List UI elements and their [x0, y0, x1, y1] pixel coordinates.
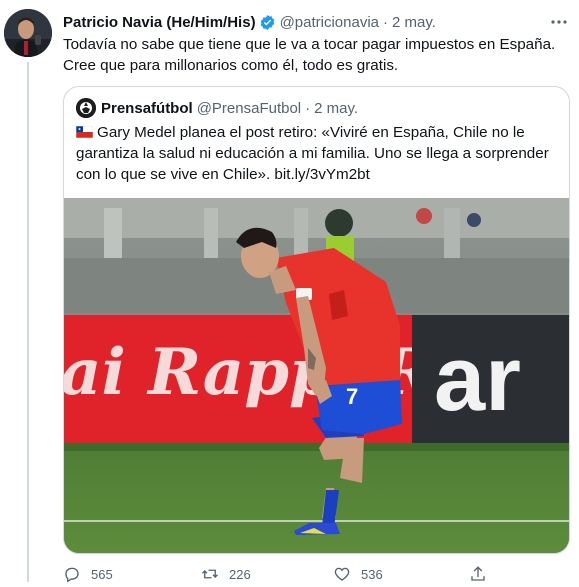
retweet-icon	[202, 569, 218, 579]
banner-board-text: ar	[434, 328, 521, 430]
reply-icon	[65, 567, 79, 583]
quote-author-avatar	[76, 98, 96, 118]
reply-count: 565	[91, 566, 113, 582]
retweet-count: 226	[229, 566, 251, 582]
chile-flag-icon	[75, 123, 94, 139]
share-icon	[471, 566, 485, 581]
tweet-header: Patricio Navia (He/Him/His) @patricionav…	[63, 12, 559, 32]
quote-date[interactable]: 2 may.	[314, 100, 358, 117]
quote-author-handle[interactable]: @PrensaFutbol	[197, 100, 301, 117]
retweet-button[interactable]: 226	[201, 565, 251, 583]
more-icon[interactable]	[549, 12, 569, 32]
author-handle[interactable]: @patricionavia	[280, 14, 379, 31]
quote-text-block: Gary Medel planea el post retiro: «Vivir…	[75, 122, 558, 185]
reply-button[interactable]: 565	[63, 565, 113, 583]
author-avatar[interactable]	[4, 9, 52, 57]
quote-author-name[interactable]: Prensafútbol	[101, 100, 193, 117]
quote-link[interactable]: bit.ly/3vYm2bt	[274, 166, 369, 183]
like-button[interactable]: 536	[333, 565, 383, 583]
verified-badge-icon	[259, 14, 276, 31]
like-icon	[334, 567, 350, 581]
share-button[interactable]	[469, 565, 497, 583]
tweet-date[interactable]: 2 may.	[392, 14, 436, 31]
separator-dot: ·	[383, 13, 389, 31]
thread-line	[27, 62, 29, 582]
tweet-actions: 565 226 536	[63, 565, 563, 585]
quote-header: Prensafútbol @PrensaFutbol · 2 may.	[76, 97, 358, 119]
author-name[interactable]: Patricio Navia (He/Him/His)	[63, 14, 256, 31]
shorts-number: 7	[346, 384, 358, 409]
quoted-tweet[interactable]: Prensafútbol @PrensaFutbol · 2 may. Gary…	[63, 86, 570, 554]
like-count: 536	[361, 566, 383, 582]
quote-photo[interactable]: ai Rappi R ar 7	[64, 198, 569, 553]
quote-separator-dot: ·	[305, 99, 311, 117]
tweet-text: Todavía no sabe que tiene que le va a to…	[63, 36, 556, 74]
